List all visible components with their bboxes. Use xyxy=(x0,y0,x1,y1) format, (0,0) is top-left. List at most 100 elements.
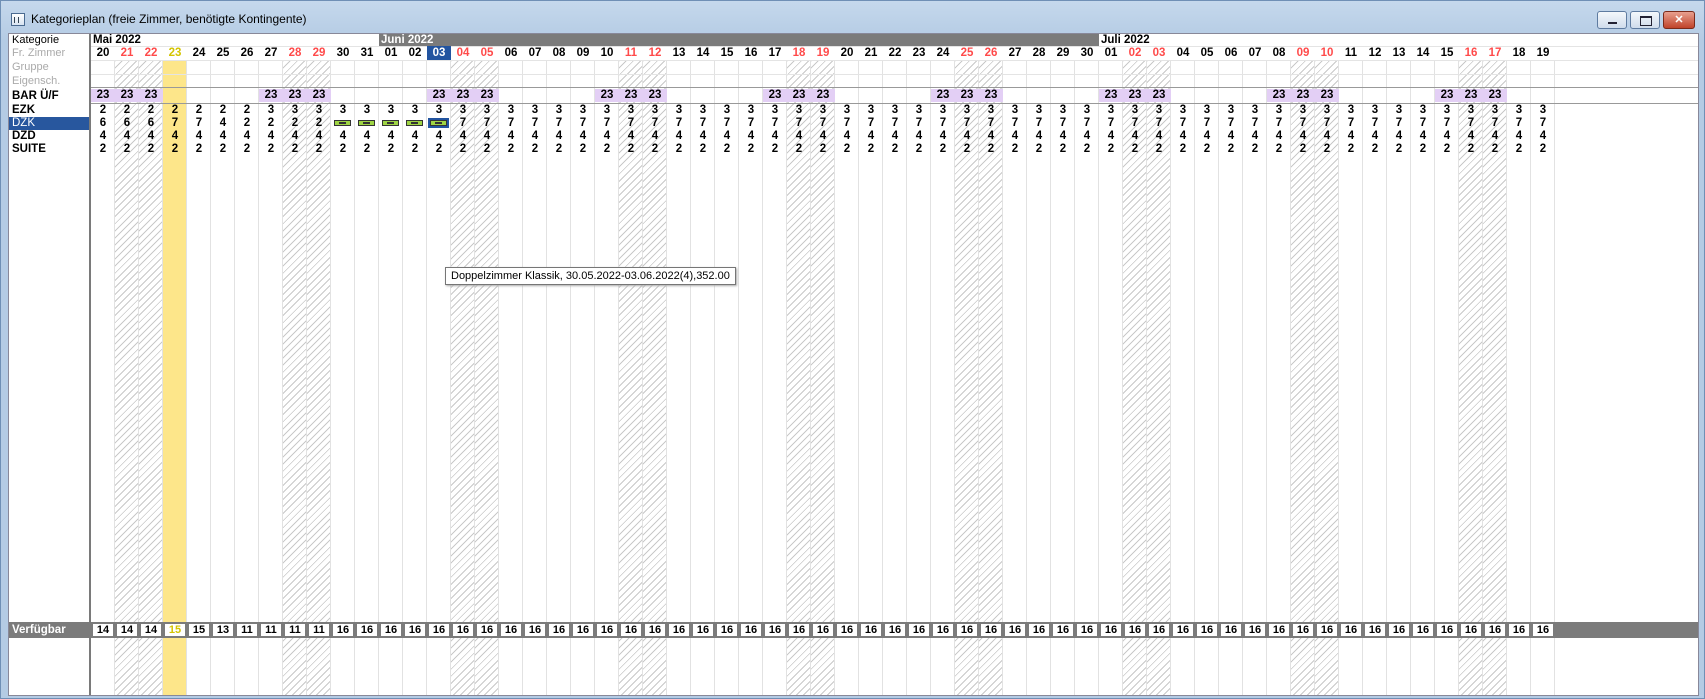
category-value[interactable]: 2 xyxy=(1075,143,1099,156)
category-value[interactable]: 2 xyxy=(1411,143,1435,156)
category-value[interactable]: 7 xyxy=(571,117,595,130)
rate-cell[interactable]: 23 xyxy=(427,89,451,102)
category-value[interactable]: 4 xyxy=(523,130,547,143)
day-header[interactable]: 13 xyxy=(667,46,691,60)
rate-cell[interactable]: 23 xyxy=(619,89,643,102)
category-value[interactable]: 3 xyxy=(1483,104,1507,117)
category-value[interactable]: 4 xyxy=(259,130,283,143)
rate-cell[interactable]: 23 xyxy=(475,89,499,102)
category-value[interactable]: 3 xyxy=(691,104,715,117)
category-value[interactable]: 2 xyxy=(667,143,691,156)
category-value[interactable]: 4 xyxy=(307,130,331,143)
category-value[interactable]: 3 xyxy=(1411,104,1435,117)
category-value[interactable]: 3 xyxy=(427,104,451,117)
day-header[interactable]: 15 xyxy=(715,46,739,60)
category-value[interactable]: 4 xyxy=(355,130,379,143)
day-column[interactable] xyxy=(763,61,787,695)
category-value[interactable]: 7 xyxy=(931,117,955,130)
category-value[interactable]: 4 xyxy=(739,130,763,143)
category-value[interactable]: 2 xyxy=(523,143,547,156)
category-value[interactable]: 2 xyxy=(259,117,283,130)
category-value[interactable]: 2 xyxy=(91,104,115,117)
day-column[interactable] xyxy=(1387,61,1411,695)
category-value[interactable]: 2 xyxy=(475,143,499,156)
category-value[interactable]: 2 xyxy=(115,104,139,117)
category-value[interactable]: 7 xyxy=(907,117,931,130)
category-value[interactable]: 3 xyxy=(787,104,811,117)
category-value[interactable]: 7 xyxy=(859,117,883,130)
category-value[interactable]: 2 xyxy=(715,143,739,156)
category-value[interactable]: 2 xyxy=(259,143,283,156)
day-header[interactable]: 05 xyxy=(475,46,499,60)
rate-cell[interactable]: 23 xyxy=(451,89,475,102)
category-value[interactable]: 2 xyxy=(931,143,955,156)
category-value[interactable]: 7 xyxy=(883,117,907,130)
rate-cell[interactable]: 23 xyxy=(1459,89,1483,102)
category-value[interactable]: 3 xyxy=(1195,104,1219,117)
category-value[interactable]: 4 xyxy=(1531,130,1555,143)
category-value[interactable]: 2 xyxy=(1027,143,1051,156)
day-header[interactable]: 22 xyxy=(139,46,163,60)
category-value[interactable]: 3 xyxy=(1075,104,1099,117)
day-header[interactable]: 17 xyxy=(1483,46,1507,60)
category-value[interactable]: 7 xyxy=(1195,117,1219,130)
maximize-button[interactable] xyxy=(1630,11,1660,29)
rate-cell[interactable]: 23 xyxy=(763,89,787,102)
day-column[interactable] xyxy=(115,61,139,695)
day-column[interactable] xyxy=(1339,61,1363,695)
category-value[interactable]: 7 xyxy=(715,117,739,130)
category-value[interactable]: 3 xyxy=(1459,104,1483,117)
category-value[interactable]: 2 xyxy=(499,143,523,156)
day-header[interactable]: 06 xyxy=(499,46,523,60)
category-value[interactable]: 3 xyxy=(523,104,547,117)
category-value[interactable]: 4 xyxy=(619,130,643,143)
rate-cell[interactable]: 23 xyxy=(91,89,115,102)
category-value[interactable]: 2 xyxy=(1147,143,1171,156)
category-value[interactable]: 3 xyxy=(835,104,859,117)
day-column[interactable] xyxy=(1171,61,1195,695)
rate-cell[interactable]: 23 xyxy=(1315,89,1339,102)
day-column[interactable] xyxy=(691,61,715,695)
category-value[interactable]: 3 xyxy=(1243,104,1267,117)
day-column[interactable] xyxy=(1123,61,1147,695)
day-column[interactable] xyxy=(379,61,403,695)
day-column[interactable] xyxy=(1531,61,1555,695)
reservation-block[interactable] xyxy=(358,120,375,126)
category-value[interactable]: 2 xyxy=(1387,143,1411,156)
category-value[interactable]: 2 xyxy=(739,143,763,156)
category-value[interactable]: 4 xyxy=(91,130,115,143)
day-header[interactable]: 08 xyxy=(1267,46,1291,60)
category-value[interactable]: 4 xyxy=(163,130,187,143)
category-value[interactable]: 2 xyxy=(235,104,259,117)
day-column[interactable] xyxy=(1291,61,1315,695)
rate-cell[interactable]: 23 xyxy=(1435,89,1459,102)
day-header[interactable]: 26 xyxy=(979,46,1003,60)
day-column[interactable] xyxy=(331,61,355,695)
category-value[interactable]: 2 xyxy=(451,143,475,156)
category-value[interactable]: 2 xyxy=(571,143,595,156)
day-column[interactable] xyxy=(1435,61,1459,695)
day-column[interactable] xyxy=(1243,61,1267,695)
category-value[interactable]: 2 xyxy=(955,143,979,156)
day-column[interactable] xyxy=(1195,61,1219,695)
day-column[interactable] xyxy=(1363,61,1387,695)
day-column[interactable] xyxy=(1003,61,1027,695)
rate-cell[interactable]: 23 xyxy=(115,89,139,102)
day-header[interactable]: 01 xyxy=(1099,46,1123,60)
rate-cell[interactable]: 23 xyxy=(307,89,331,102)
category-value[interactable]: 7 xyxy=(1219,117,1243,130)
day-column[interactable] xyxy=(403,61,427,695)
category-value[interactable]: 4 xyxy=(1123,130,1147,143)
category-value[interactable]: 2 xyxy=(211,104,235,117)
category-value[interactable]: 3 xyxy=(307,104,331,117)
day-column[interactable] xyxy=(859,61,883,695)
day-header[interactable]: 02 xyxy=(403,46,427,60)
category-value[interactable]: 4 xyxy=(211,130,235,143)
day-header[interactable]: 07 xyxy=(1243,46,1267,60)
category-value[interactable]: 4 xyxy=(787,130,811,143)
category-value[interactable]: 4 xyxy=(571,130,595,143)
day-column[interactable] xyxy=(139,61,163,695)
day-header[interactable]: 19 xyxy=(811,46,835,60)
category-value[interactable]: 4 xyxy=(1363,130,1387,143)
category-value[interactable]: 7 xyxy=(1387,117,1411,130)
